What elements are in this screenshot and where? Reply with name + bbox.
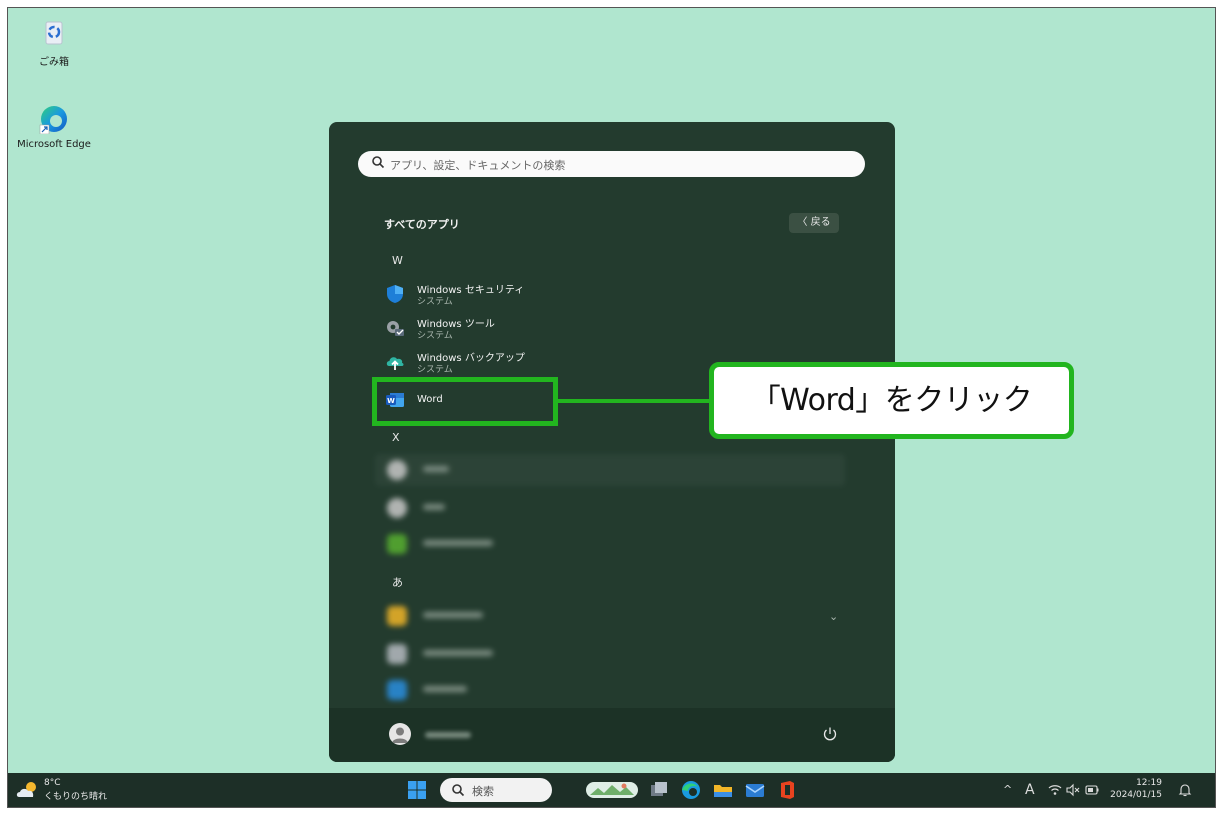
blurred-app-row[interactable] — [375, 638, 845, 670]
start-search-box[interactable]: アプリ、設定、ドキュメントの検索 — [358, 151, 865, 177]
edge-label: Microsoft Edge — [17, 139, 91, 150]
callout-box: 「Word」をクリック — [709, 362, 1074, 439]
callout-connector — [558, 399, 710, 403]
taskbar-search-label: 検索 — [472, 785, 494, 798]
blurred-folder-row[interactable] — [375, 600, 845, 632]
taskbar: 8°C くもりのち晴れ 検索 ^ A 12:19 2024/01/15 — [8, 773, 1215, 807]
clock-date: 2024/01/15 — [1110, 790, 1162, 800]
backup-cloud-icon — [386, 357, 404, 370]
search-icon — [372, 156, 385, 169]
blurred-app-row[interactable] — [375, 528, 845, 560]
search-highlight-illustration-icon — [586, 782, 638, 798]
back-button[interactable]: 〈 戻る — [789, 213, 839, 233]
office-icon[interactable] — [776, 779, 798, 801]
blurred-app-row[interactable] — [375, 674, 845, 706]
notification-bell-icon[interactable] — [1178, 783, 1192, 797]
avatar[interactable] — [389, 723, 411, 745]
ime-indicator[interactable]: A — [1025, 782, 1035, 798]
letter-header-x[interactable]: X — [392, 431, 400, 444]
letter-header-w[interactable]: W — [392, 254, 403, 267]
temperature: 8°C — [44, 778, 61, 788]
mail-icon[interactable] — [744, 779, 766, 801]
desktop: ごみ箱 Microsoft Edge アプリ、設定、ドキュメントの検索 すべての… — [7, 7, 1216, 808]
word-highlight-box — [372, 377, 558, 426]
start-menu: アプリ、設定、ドキュメントの検索 すべてのアプリ 〈 戻る W Windows … — [329, 122, 895, 762]
recycle-bin-shortcut[interactable]: ごみ箱 — [14, 20, 94, 68]
cloud-sun-icon — [16, 782, 36, 797]
edge-shortcut[interactable]: Microsoft Edge — [14, 104, 94, 150]
task-view-icon[interactable] — [648, 779, 670, 801]
user-name-blurred[interactable] — [425, 732, 471, 738]
tray-overflow-icon[interactable]: ^ — [1003, 783, 1012, 796]
blurred-app-row[interactable] — [375, 492, 845, 524]
clock-time: 12:19 — [1136, 778, 1162, 788]
letter-header-a[interactable]: あ — [392, 574, 403, 590]
wifi-icon[interactable] — [1048, 783, 1062, 797]
taskbar-search[interactable]: 検索 — [440, 778, 552, 802]
speaker-muted-icon[interactable] — [1066, 783, 1080, 797]
windows-start-icon[interactable] — [406, 779, 428, 801]
search-placeholder: アプリ、設定、ドキュメントの検索 — [390, 159, 566, 172]
app-windows-security[interactable]: Windows セキュリティ システム — [375, 278, 845, 310]
recycle-bin-icon — [45, 21, 63, 45]
user-icon — [392, 727, 408, 743]
blurred-app-row[interactable] — [375, 454, 845, 486]
power-icon[interactable] — [822, 726, 838, 742]
weather-condition: くもりのち晴れ — [44, 792, 108, 802]
search-icon — [452, 784, 465, 797]
user-bar — [329, 708, 895, 762]
all-apps-title: すべてのアプリ — [384, 218, 460, 231]
app-subtitle: システム — [417, 365, 453, 375]
app-subtitle: システム — [417, 297, 453, 307]
app-windows-tools[interactable]: Windows ツール システム — [375, 312, 845, 344]
shield-icon — [387, 285, 403, 303]
file-explorer-icon[interactable] — [712, 779, 734, 801]
edge-icon — [39, 106, 67, 135]
edge-taskbar-icon[interactable] — [680, 779, 702, 801]
app-subtitle: システム — [417, 331, 453, 341]
chevron-down-icon[interactable]: ⌄ — [829, 610, 838, 623]
tools-gear-icon — [387, 321, 404, 336]
recycle-bin-label: ごみ箱 — [39, 57, 69, 68]
battery-icon[interactable] — [1085, 784, 1099, 796]
clock[interactable]: 12:19 2024/01/15 — [1102, 777, 1162, 801]
